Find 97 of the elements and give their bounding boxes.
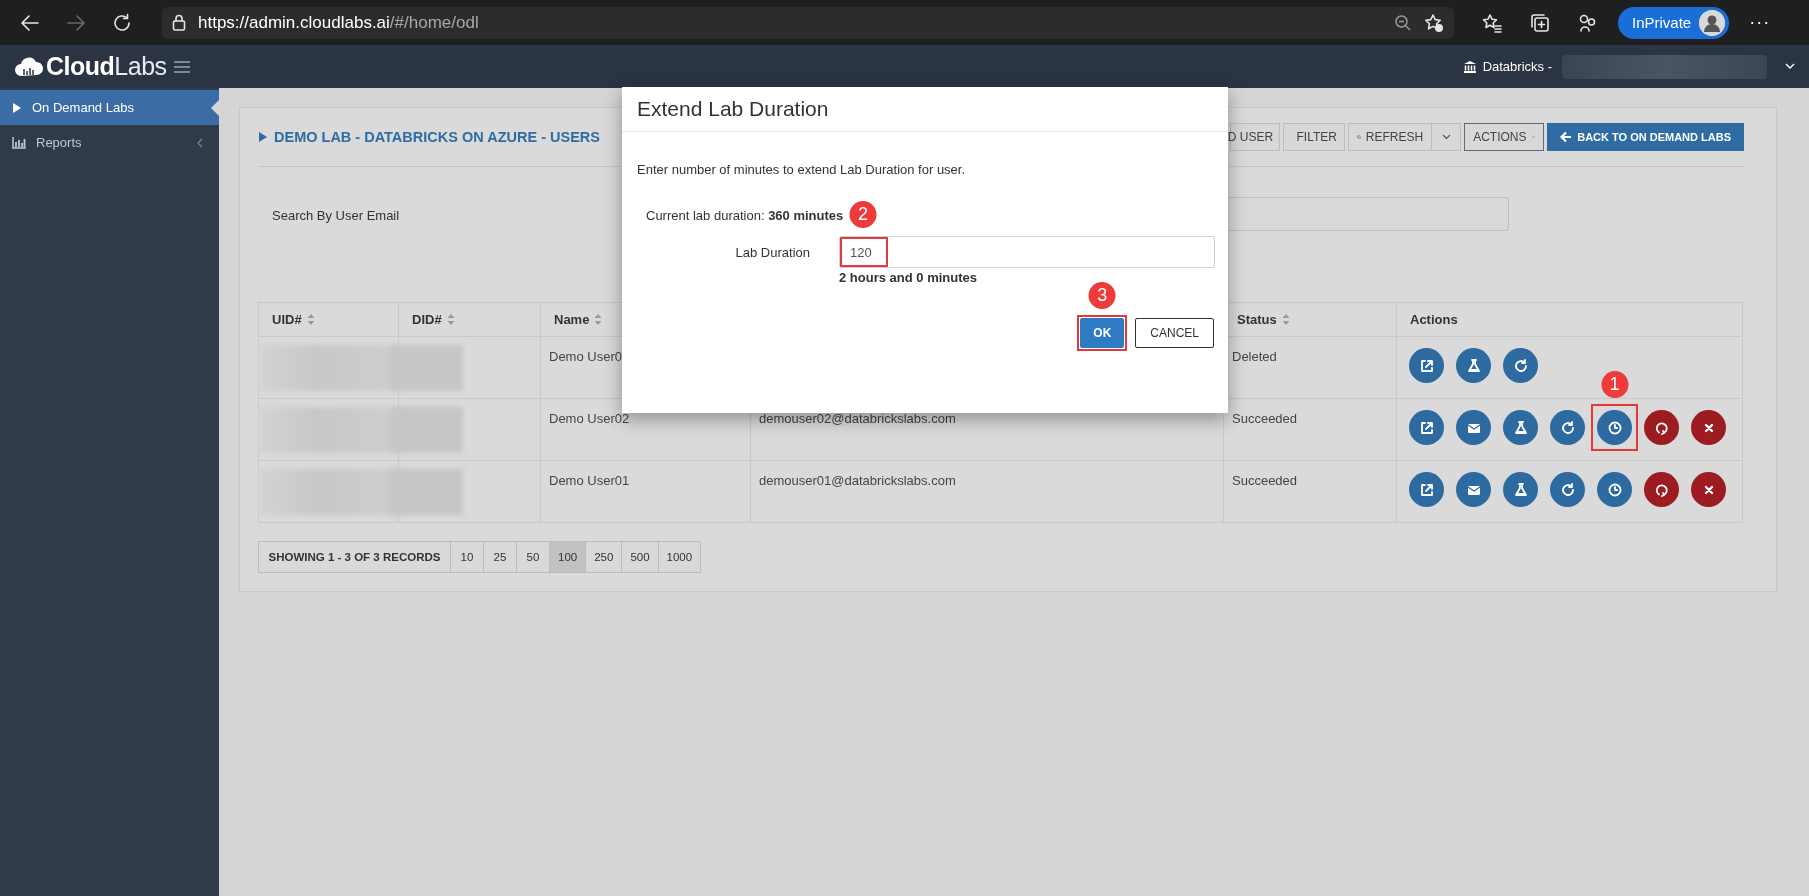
logo-text: CloudLabs [46, 52, 167, 81]
back-arrow-icon[interactable] [20, 13, 40, 32]
records-summary: SHOWING 1 - 3 OF 3 RECORDS [258, 541, 451, 573]
sidebar-item[interactable]: Reports [0, 125, 219, 160]
action-button[interactable] [1597, 410, 1632, 445]
actions-dropdown[interactable]: ACTIONS [1464, 123, 1545, 151]
column-header: Actions [1409, 312, 1458, 327]
flask-icon [1512, 481, 1529, 498]
url-host: https://admin.cloudlabs.ai [198, 12, 390, 32]
action-button[interactable] [1550, 472, 1585, 507]
chevron-down-icon[interactable] [1785, 63, 1795, 70]
dialog-message: Enter number of minutes to extend Lab Duration for user. [637, 162, 967, 177]
filter-button[interactable]: FILTER [1283, 123, 1346, 151]
action-button[interactable] [1644, 472, 1679, 507]
chevron-down-icon [1531, 134, 1536, 140]
triangle-right-icon [258, 131, 268, 143]
arrow-left-icon [1560, 131, 1573, 143]
page-size-button[interactable]: 100 [549, 541, 587, 573]
step-badge: 1 [1601, 371, 1628, 398]
column-header[interactable]: UID# [259, 312, 315, 327]
search-label: Search By User Email [272, 208, 400, 223]
table-cell-text: Succeeded [1231, 472, 1298, 488]
page-size-button[interactable]: 50 [516, 541, 550, 573]
bar-chart-icon [12, 136, 26, 149]
duration-input[interactable]: 120 [839, 236, 1215, 268]
table-cell-text: Demo User01 [548, 472, 630, 488]
clock-icon [1606, 481, 1623, 498]
action-button[interactable] [1409, 410, 1444, 445]
action-button[interactable] [1409, 348, 1444, 383]
sidebar-item[interactable]: On Demand Labs [0, 90, 219, 125]
action-button[interactable] [1503, 348, 1538, 383]
clock-icon [1606, 419, 1623, 436]
step-badge: 2 [849, 201, 877, 228]
page-size-button[interactable]: 500 [621, 541, 659, 573]
action-button[interactable] [1409, 472, 1444, 507]
field-label: Lab Duration [734, 244, 811, 260]
bank-icon [1462, 59, 1477, 74]
action-button[interactable] [1503, 410, 1538, 445]
action-button[interactable] [1691, 410, 1726, 445]
table-cell-text: Demo User0 [548, 348, 622, 364]
lock-icon [172, 14, 186, 31]
action-button[interactable] [1503, 472, 1538, 507]
step-badge: 3 [1088, 282, 1116, 309]
table-cell-text: Deleted [1231, 348, 1277, 364]
back-button[interactable]: BACK TO ON DEMAND LABS [1547, 123, 1744, 151]
chevron-down-icon [1441, 134, 1451, 140]
action-button[interactable] [1597, 472, 1632, 507]
cancel-button[interactable]: CANCEL [1135, 318, 1214, 348]
page-size-button[interactable]: 10 [450, 541, 484, 573]
current-duration: Current lab duration: 360 minutes [646, 208, 844, 223]
forward-arrow-icon[interactable] [66, 13, 86, 32]
circular-arrow-icon [1653, 419, 1670, 436]
duration-hint: 2 hours and 0 minutes [839, 270, 978, 285]
table-cell-text: demouser02@databrickslabs.com [758, 410, 956, 426]
cloud-logo-icon [14, 55, 44, 78]
reload-icon[interactable] [112, 12, 132, 33]
menu-icon[interactable] [172, 59, 191, 74]
table-cell-text: Demo User02 [548, 410, 630, 426]
extensions-icon[interactable] [1578, 12, 1598, 33]
collections-icon[interactable] [1530, 12, 1550, 33]
flask-icon [1512, 419, 1529, 436]
ok-button[interactable]: OK [1080, 318, 1125, 348]
table-cell-text: Succeeded [1231, 410, 1298, 426]
column-header[interactable]: Status [1224, 312, 1290, 327]
action-button[interactable] [1456, 348, 1491, 383]
refresh-button[interactable]: REFRESH [1348, 123, 1433, 151]
panel-title: DEMO LAB - DATABRICKS ON AZURE - USERS [274, 129, 600, 145]
favorites-icon[interactable] [1482, 12, 1502, 33]
dialog-title: Extend Lab Duration [622, 87, 1228, 132]
external-link-icon [1418, 419, 1435, 436]
dropdown-toggle[interactable] [1432, 123, 1462, 151]
chevron-left-icon [197, 137, 203, 148]
column-header[interactable]: Name [541, 312, 603, 327]
page-size-button[interactable]: 25 [483, 541, 517, 573]
action-button[interactable] [1456, 472, 1491, 507]
column-header[interactable]: DID# [399, 312, 455, 327]
action-button[interactable] [1691, 472, 1726, 507]
add-favorite-icon[interactable] [1424, 12, 1444, 33]
play-icon [12, 101, 22, 114]
flask-icon [1465, 357, 1482, 374]
zoom-out-icon[interactable] [1394, 13, 1412, 32]
external-link-icon [1418, 357, 1435, 374]
url-path: /#/home/odl [389, 12, 479, 32]
add-user-button[interactable]: D USER [1230, 123, 1281, 151]
circular-arrow-icon [1653, 481, 1670, 498]
action-button[interactable] [1644, 410, 1679, 445]
inprivate-badge[interactable]: InPrivate [1618, 6, 1730, 39]
tenant-name[interactable]: Databricks - [1482, 59, 1552, 74]
action-button[interactable] [1550, 410, 1585, 445]
table-cell-text: demouser01@databrickslabs.com [758, 472, 956, 488]
address-bar[interactable]: https://admin.cloudlabs.ai/#/home/odl [162, 6, 1454, 39]
more-menu-button[interactable]: ··· [1749, 12, 1771, 33]
page-size-button[interactable]: 1000 [657, 541, 702, 573]
action-button[interactable] [1456, 410, 1491, 445]
external-link-icon [1418, 481, 1435, 498]
page-size-button[interactable]: 250 [585, 541, 623, 573]
avatar-icon [1699, 9, 1726, 36]
